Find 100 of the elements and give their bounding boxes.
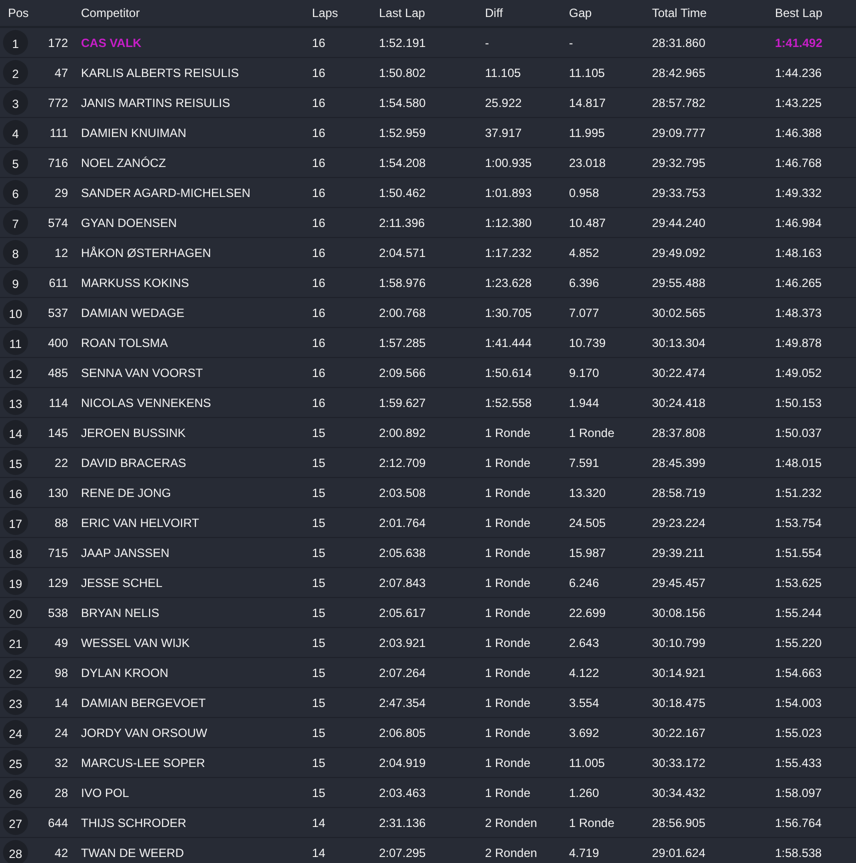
column-header: Gap [569,6,592,20]
position-badge: 26 [3,780,28,805]
best-lap-time: 1:56.764 [775,816,822,830]
diff-cell: 1 Ronde [485,726,530,740]
best-lap-time: 1:55.433 [775,756,822,770]
laps-cell: 15 [312,486,326,500]
gap-cell: 13.320 [569,486,606,500]
position-badge: 11 [3,330,28,355]
last-lap-time: 2:04.919 [379,756,426,770]
gap-cell: 11.105 [569,66,605,80]
race-number: 47 [54,66,68,80]
race-number: 114 [48,396,68,410]
competitor-name: GYAN DOENSEN [80,216,177,230]
race-number: 12 [54,246,68,260]
competitor-name: NICOLAS VENNEKENS [80,396,212,410]
laps-cell: 15 [312,576,326,590]
best-lap-time: 1:54.003 [775,696,822,710]
total-time: 28:31.860 [652,36,706,50]
total-time: 29:45.457 [652,576,706,590]
competitor-name: JESSE SCHEL [80,576,162,590]
position-badge: 27 [3,810,28,835]
laps-cell: 15 [312,606,326,620]
competitor-name: MARKUSS KOKINS [80,276,190,290]
race-number: 537 [48,306,68,320]
last-lap-time: 2:06.805 [379,726,426,740]
gap-cell: 11.995 [569,126,605,140]
competitor-name: RENE DE JONG [80,486,172,500]
last-lap-time: 2:47.354 [379,696,426,710]
gap-cell: - [569,36,573,50]
competitor-name: DAMIEN KNUIMAN [80,126,186,140]
diff-cell: 1 Ronde [485,516,530,530]
position-badge: 6 [3,180,28,205]
total-time: 30:14.921 [652,666,706,680]
race-number: 145 [48,426,68,440]
laps-cell: 15 [312,546,326,560]
column-header: Pos [7,6,29,20]
competitor-name: JAAP JANSSEN [80,546,170,560]
best-lap-time: 1:49.878 [775,336,822,350]
best-lap-time: 1:54.663 [775,666,822,680]
best-lap-time: 1:43.225 [775,96,822,110]
laps-cell: 15 [312,786,326,800]
total-time: 28:57.782 [652,96,706,110]
laps-cell: 14 [312,816,326,830]
position-badge: 8 [3,240,28,265]
competitor-name: NOEL ZANÓCZ [80,156,166,170]
last-lap-time: 2:03.921 [379,636,426,650]
column-header: Best Lap [775,6,822,20]
last-lap-time: 2:11.396 [379,216,425,230]
gap-cell: 15.987 [569,546,606,560]
position-badge: 19 [3,570,28,595]
total-time: 30:02.565 [652,306,706,320]
gap-cell: 11.005 [569,756,605,770]
race-number: 22 [54,456,68,470]
last-lap-time: 2:09.566 [379,366,426,380]
best-lap-time: 1:55.244 [775,606,822,620]
best-lap-time: 1:51.554 [775,546,822,560]
position-badge: 1 [3,30,28,55]
competitor-name: ERIC VAN HELVOIRT [80,516,200,530]
competitor-name: MARCUS-LEE SOPER [80,756,206,770]
race-number: 538 [48,606,68,620]
total-time: 29:33.753 [652,186,706,200]
laps-cell: 16 [312,66,326,80]
diff-cell: 2 Ronden [485,816,538,830]
last-lap-time: 2:04.571 [379,246,426,260]
laps-cell: 16 [312,336,326,350]
position-badge: 16 [3,480,28,505]
best-lap-time: 1:58.097 [775,786,822,800]
race-number: 98 [54,666,68,680]
best-lap-time: 1:53.625 [775,576,822,590]
total-time: 28:56.905 [652,816,706,830]
competitor-name: THIJS SCHRODER [80,816,186,830]
gap-cell: 22.699 [569,606,606,620]
last-lap-time: 2:07.295 [379,846,426,860]
competitor-name: JORDY VAN ORSOUW [80,726,208,740]
diff-cell: 1:23.628 [485,276,532,290]
competitor-name: ROAN TOLSMA [80,336,168,350]
diff-cell: 1 Ronde [485,456,530,470]
last-lap-time: 2:31.136 [379,816,426,830]
competitor-name: SENNA VAN VOORST [80,366,203,380]
best-lap-time: 1:46.984 [775,216,822,230]
laps-cell: 16 [312,396,326,410]
gap-cell: 1 Ronde [569,816,614,830]
gap-cell: 1.260 [569,786,600,800]
total-time: 28:45.399 [652,456,706,470]
laps-cell: 16 [312,216,326,230]
race-number: 485 [48,366,68,380]
last-lap-time: 1:52.959 [379,126,426,140]
best-lap-time: 1:51.232 [775,486,822,500]
gap-cell: 3.692 [569,726,600,740]
position-badge: 3 [3,90,28,115]
column-header: Diff [485,6,503,20]
gap-cell: 2.643 [569,636,600,650]
race-number: 28 [54,786,68,800]
laps-cell: 15 [312,636,326,650]
last-lap-time: 1:50.462 [379,186,426,200]
total-time: 29:55.488 [652,276,706,290]
last-lap-time: 1:50.802 [379,66,426,80]
diff-cell: 37.917 [485,126,522,140]
competitor-name: JANIS MARTINS REISULIS [80,96,230,110]
diff-cell: 1:01.893 [485,186,532,200]
